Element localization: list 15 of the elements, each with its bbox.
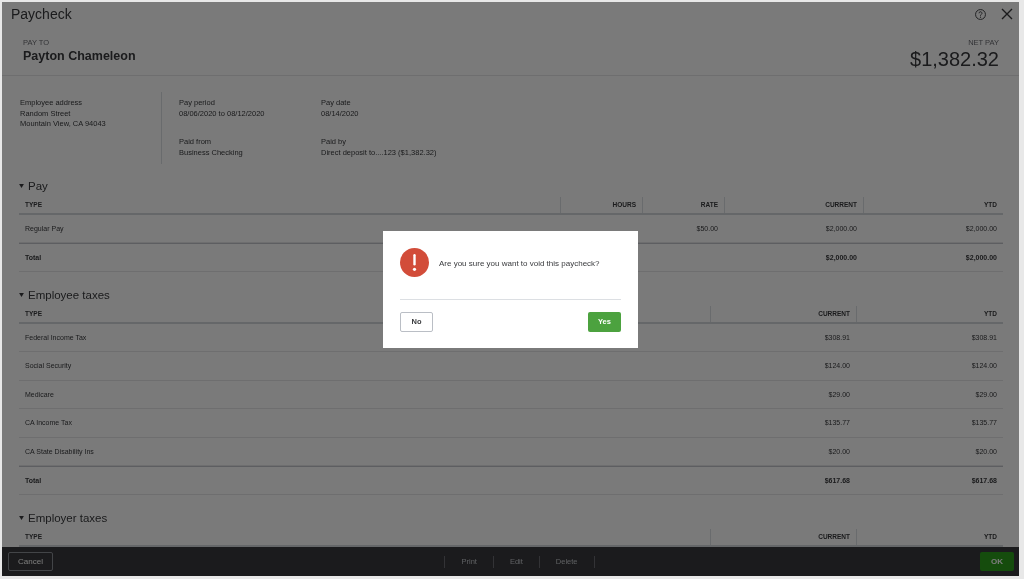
caret-down-icon[interactable]	[19, 515, 24, 520]
payee-name: Payton Chameleon	[23, 48, 136, 64]
alert-icon	[400, 247, 429, 277]
caret-down-icon[interactable]	[19, 183, 24, 188]
close-icon[interactable]	[1001, 8, 1013, 20]
section-title: Employee taxes	[28, 287, 110, 303]
window-title: Paycheck	[11, 5, 72, 23]
section-title: Employer taxes	[28, 510, 108, 526]
ok-button[interactable]: OK	[980, 552, 1014, 571]
net-pay-amount: $1,382.32	[910, 48, 999, 70]
cancel-button[interactable]: Cancel	[8, 552, 53, 571]
help-icon[interactable]	[975, 8, 986, 20]
section-title: Pay	[28, 178, 48, 194]
caret-down-icon[interactable]	[19, 292, 24, 297]
dialog-message: Are you sure you want to void this paycheck?	[439, 257, 600, 269]
